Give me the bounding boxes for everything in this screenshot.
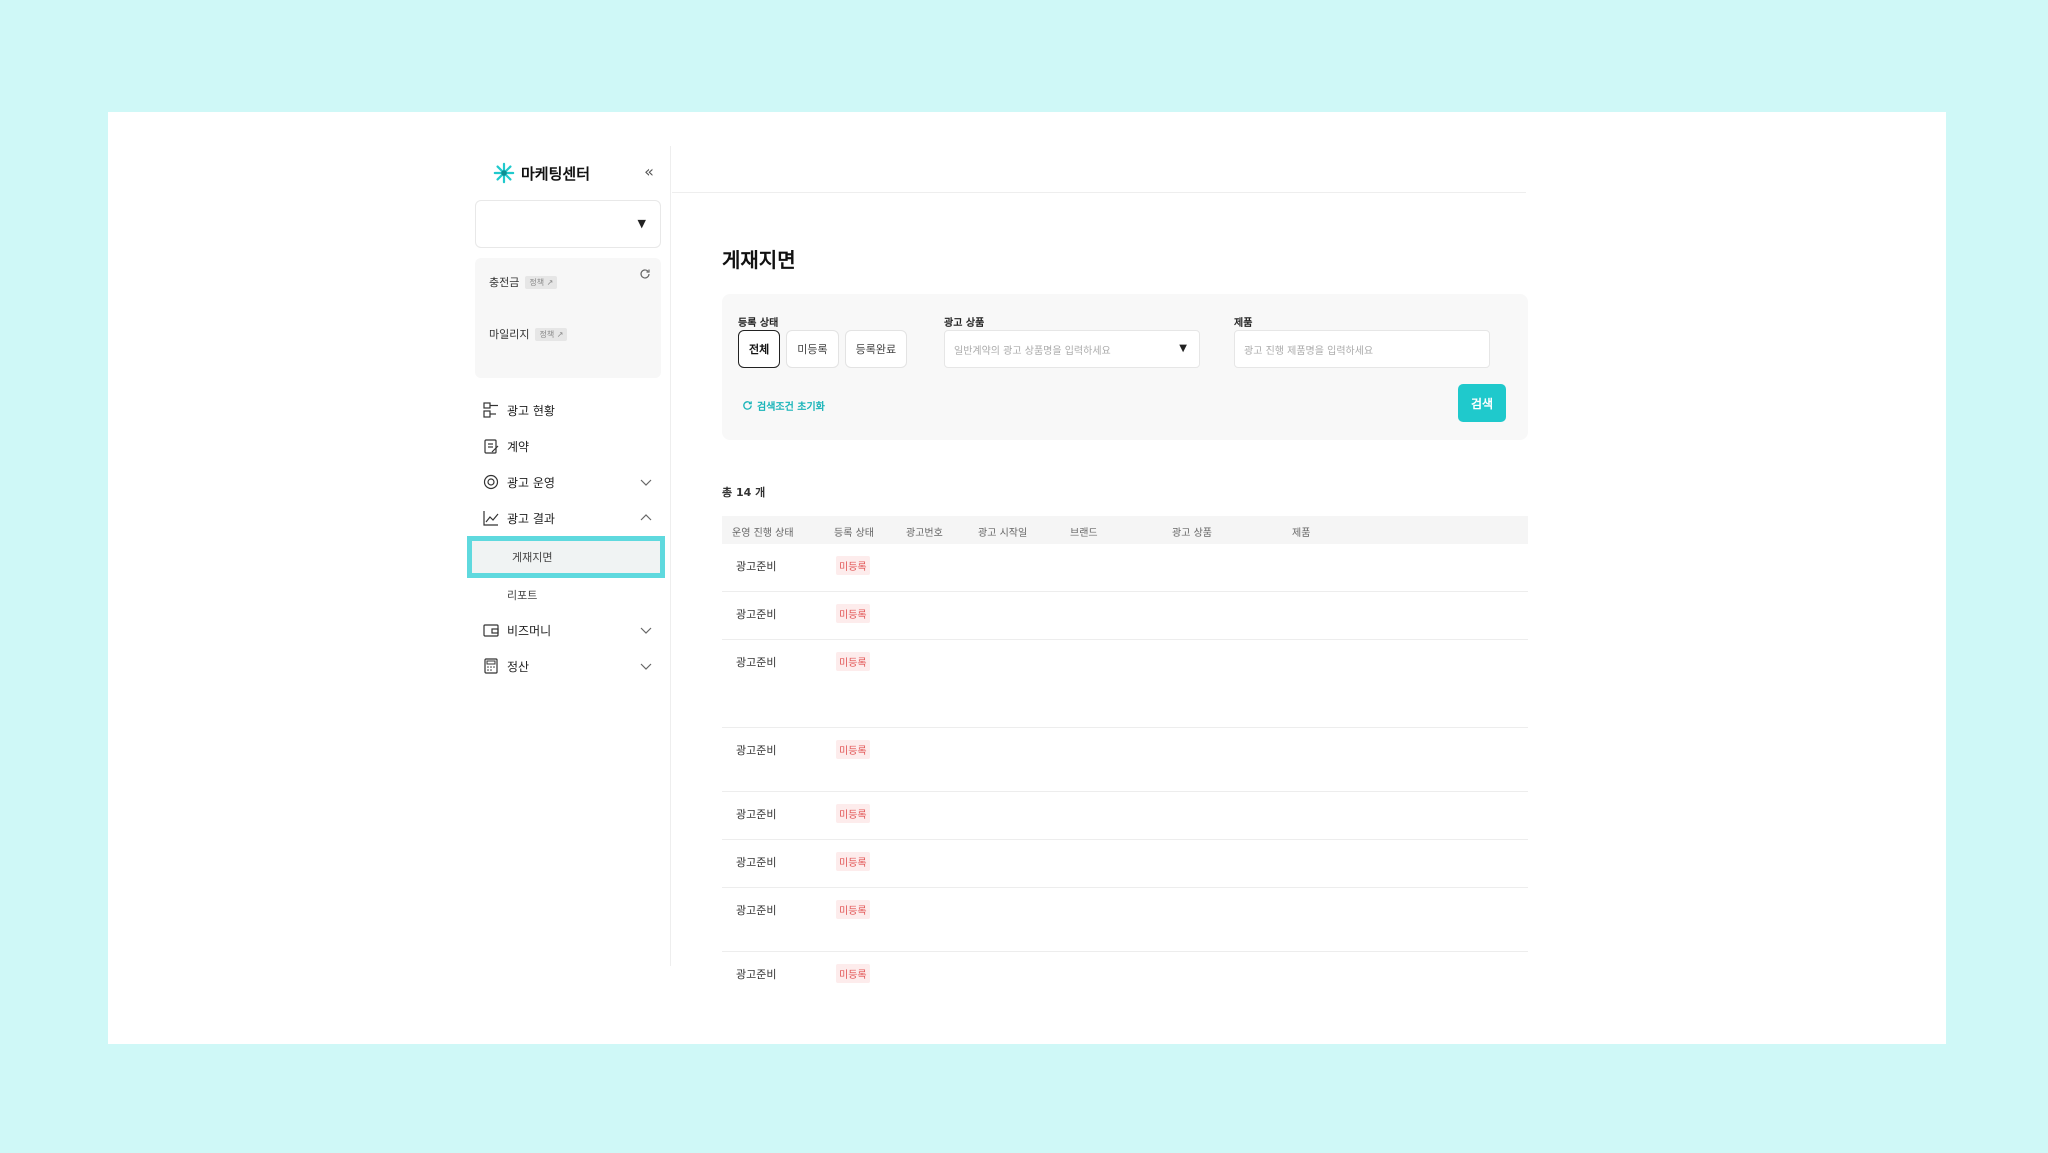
refresh-icon — [743, 401, 752, 410]
mileage-row: 마일리지 정책 ↗ — [489, 326, 568, 342]
table-row[interactable]: 광고준비 미등록 — [722, 640, 1528, 728]
op-status-cell: 광고준비 — [736, 560, 777, 573]
sidebar-item-label: 정산 — [507, 659, 530, 674]
column-header[interactable]: 브랜드 — [1070, 524, 1098, 539]
status-badge: 미등록 — [836, 740, 870, 759]
dashboard-icon — [483, 402, 498, 418]
product-select-placeholder: 일반계약의 광고 상품명을 입력하세요 — [954, 345, 1111, 357]
column-header[interactable]: 운영 진행 상태 — [732, 524, 794, 539]
calculator-icon — [484, 658, 498, 674]
sidebar-item-label: 광고 현황 — [507, 403, 555, 418]
table-row[interactable]: 광고준비 미등록 — [722, 888, 1528, 952]
table-row[interactable]: 광고준비 미등록 — [722, 728, 1528, 792]
deposit-label: 충전금 — [489, 276, 520, 289]
chevron-down-icon — [640, 627, 652, 634]
sidebar-subitem-placement[interactable]: 게재지면 — [467, 536, 665, 578]
table-row[interactable]: 광고준비 미등록 — [722, 952, 1528, 1000]
sidebar-menu: 광고 현황 계약 광고 운영 광고 결과 게재지면 리포트 비즈머니 정산 — [467, 392, 665, 684]
status-badge: 미등록 — [836, 556, 870, 575]
mileage-label: 마일리지 — [489, 328, 530, 341]
status-badge: 미등록 — [836, 604, 870, 623]
sidebar-item-label: 광고 결과 — [507, 511, 555, 526]
main-content: 게재지면 등록 상태 전체 미등록 등록완료 광고 상품 일반계약의 광고 상품… — [722, 112, 1528, 1044]
deposit-row: 충전금 정책 ↗ — [489, 274, 558, 290]
logo[interactable]: 마케팅센터 — [493, 162, 590, 184]
item-input-placeholder: 광고 진행 제품명을 입력하세요 — [1244, 345, 1374, 357]
op-status-cell: 광고준비 — [736, 856, 777, 869]
column-header[interactable]: 등록 상태 — [834, 524, 874, 539]
chart-line-icon — [483, 511, 499, 526]
sidebar-item-settlement[interactable]: 정산 — [471, 648, 661, 684]
page-title: 게재지면 — [722, 248, 796, 272]
caret-down-icon: ▼ — [1179, 343, 1187, 354]
filter-panel: 등록 상태 전체 미등록 등록완료 광고 상품 일반계약의 광고 상품명을 입력… — [722, 294, 1528, 440]
refresh-icon[interactable] — [639, 268, 651, 280]
sidebar-item-ad-result[interactable]: 광고 결과 — [471, 500, 661, 536]
sidebar: 마케팅센터 « ▼ 충전금 정책 ↗ 마일리지 정책 ↗ 광고 현황 계약 광고… — [467, 146, 671, 966]
sidebar-subitem-label: 리포트 — [507, 589, 538, 602]
chevron-up-icon — [640, 514, 652, 521]
app-frame: 마케팅센터 « ▼ 충전금 정책 ↗ 마일리지 정책 ↗ 광고 현황 계약 광고… — [108, 112, 1946, 1044]
op-status-cell: 광고준비 — [736, 744, 777, 757]
column-header[interactable]: 광고 상품 — [1172, 524, 1212, 539]
op-status-cell: 광고준비 — [736, 904, 777, 917]
status-option-unregistered[interactable]: 미등록 — [786, 330, 839, 368]
item-filter-label: 제품 — [1234, 318, 1253, 329]
balance-card: 충전금 정책 ↗ 마일리지 정책 ↗ — [475, 258, 661, 378]
column-header[interactable]: 광고번호 — [906, 524, 943, 539]
sidebar-item-label: 광고 운영 — [507, 475, 555, 490]
status-option-all[interactable]: 전체 — [738, 330, 781, 368]
sidebar-item-contract[interactable]: 계약 — [471, 428, 661, 464]
sidebar-subitem-report[interactable]: 리포트 — [471, 578, 661, 612]
reset-filters-link[interactable]: 검색조건 초기화 — [742, 398, 825, 413]
deposit-policy-link[interactable]: 정책 ↗ — [525, 275, 558, 289]
sidebar-subitem-label: 게재지면 — [512, 551, 553, 564]
status-badge: 미등록 — [836, 652, 870, 671]
status-filter-label: 등록 상태 — [738, 318, 779, 329]
caret-down-icon: ▼ — [637, 217, 646, 230]
target-icon — [483, 474, 499, 490]
status-option-registered[interactable]: 등록완료 — [844, 330, 908, 368]
table-row[interactable]: 광고준비 미등록 — [722, 592, 1528, 640]
placement-table: 운영 진행 상태 등록 상태 광고번호 광고 시작일 브랜드 광고 상품 제품 … — [722, 516, 1528, 1000]
op-status-cell: 광고준비 — [736, 968, 777, 981]
contract-icon — [484, 439, 499, 454]
status-filter-segment: 전체 미등록 등록완료 — [738, 330, 908, 368]
total-count: 총 14 개 — [722, 486, 766, 499]
op-status-cell: 광고준비 — [736, 808, 777, 821]
chevron-double-left-icon[interactable]: « — [639, 162, 659, 182]
chevron-down-icon — [640, 663, 652, 670]
chevron-down-icon — [640, 479, 652, 486]
logo-star-icon — [493, 162, 515, 184]
status-badge: 미등록 — [836, 964, 870, 983]
sidebar-item-bizmoney[interactable]: 비즈머니 — [471, 612, 661, 648]
product-filter-label: 광고 상품 — [944, 318, 985, 329]
status-badge: 미등록 — [836, 852, 870, 871]
sidebar-item-ad-status[interactable]: 광고 현황 — [471, 392, 661, 428]
column-header[interactable]: 제품 — [1292, 524, 1310, 539]
status-badge: 미등록 — [836, 804, 870, 823]
account-select[interactable]: ▼ — [475, 200, 661, 248]
sidebar-item-label: 계약 — [507, 439, 530, 454]
table-row[interactable]: 광고준비 미등록 — [722, 544, 1528, 592]
reset-filters-label: 검색조건 초기화 — [757, 402, 825, 413]
sidebar-item-ad-operation[interactable]: 광고 운영 — [471, 464, 661, 500]
sidebar-item-label: 비즈머니 — [507, 623, 552, 638]
product-select[interactable]: 일반계약의 광고 상품명을 입력하세요 ▼ — [944, 330, 1200, 368]
table-header: 운영 진행 상태 등록 상태 광고번호 광고 시작일 브랜드 광고 상품 제품 — [722, 516, 1528, 544]
wallet-icon — [483, 624, 499, 637]
table-row[interactable]: 광고준비 미등록 — [722, 792, 1528, 840]
table-row[interactable]: 광고준비 미등록 — [722, 840, 1528, 888]
op-status-cell: 광고준비 — [736, 608, 777, 621]
mileage-policy-link[interactable]: 정책 ↗ — [535, 327, 568, 341]
status-badge: 미등록 — [836, 900, 870, 919]
item-input[interactable]: 광고 진행 제품명을 입력하세요 — [1234, 330, 1490, 368]
column-header[interactable]: 광고 시작일 — [978, 524, 1027, 539]
op-status-cell: 광고준비 — [736, 656, 777, 669]
search-button[interactable]: 검색 — [1458, 384, 1506, 422]
logo-text: 마케팅센터 — [521, 164, 591, 183]
